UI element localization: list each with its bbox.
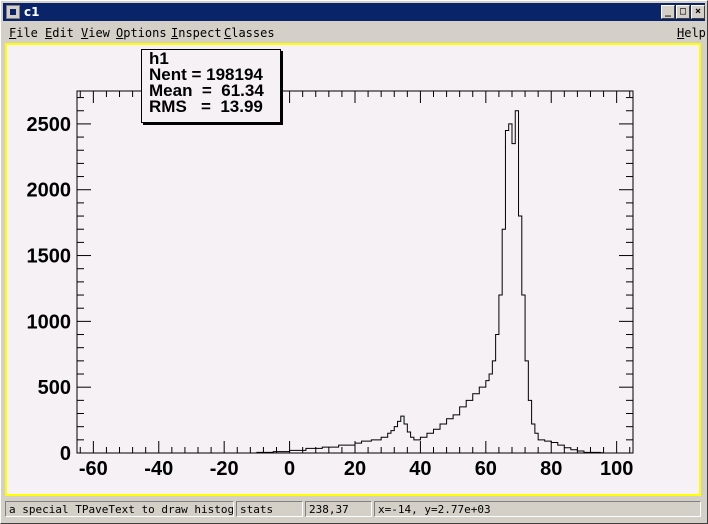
- menu-edit[interactable]: Edit: [45, 26, 74, 40]
- root-window: c1 _ □ × File Edit View Options Inspect …: [0, 0, 708, 524]
- menu-classes[interactable]: Classes: [224, 26, 275, 40]
- x-tick-label: -60: [79, 458, 108, 480]
- y-tick-label: 1000: [27, 311, 72, 333]
- menu-inspect[interactable]: Inspect: [171, 26, 222, 40]
- close-button[interactable]: ×: [691, 5, 705, 19]
- canvas-area[interactable]: 0 500 1000 1500 2000 2500 -60 -40 -20 0 20 40 60 80 10…: [5, 43, 701, 496]
- status-object-info: a special TPaveText to draw histogram: [5, 501, 234, 517]
- y-tick-label: 1500: [27, 246, 72, 268]
- minimize-button[interactable]: _: [661, 5, 675, 19]
- x-tick-label: 20: [344, 458, 366, 480]
- window-title: c1: [24, 5, 40, 19]
- plot-frame: [76, 90, 634, 454]
- x-tick-label: 60: [475, 458, 497, 480]
- status-pixel-coords: 238,37: [305, 501, 372, 517]
- title-bar[interactable]: c1 _ □ ×: [3, 3, 705, 21]
- stats-box[interactable]: h1 Nent = 198194 Mean = 61.34 RMS = 13.99: [141, 49, 281, 123]
- x-tick-label: 80: [540, 458, 562, 480]
- menu-file[interactable]: File: [9, 26, 38, 40]
- maximize-button[interactable]: □: [676, 5, 690, 19]
- y-tick-label: 0: [60, 443, 71, 465]
- menu-view[interactable]: View: [81, 26, 110, 40]
- x-tick-label: -40: [144, 458, 173, 480]
- menu-options[interactable]: Options: [116, 26, 167, 40]
- x-tick-label: 40: [409, 458, 431, 480]
- status-object-name: stats: [236, 501, 303, 517]
- menu-help[interactable]: Help: [677, 26, 706, 40]
- y-tick-label: 500: [38, 377, 71, 399]
- y-tick-label: 2500: [27, 114, 72, 136]
- histogram-plot[interactable]: 0 500 1000 1500 2000 2500 -60 -40 -20 0 20 40 60 80 10…: [7, 45, 699, 494]
- status-bar: a special TPaveText to draw histogram st…: [3, 499, 705, 521]
- stats-rms: RMS = 13.99: [149, 97, 263, 116]
- x-tick-label: 100: [600, 458, 633, 480]
- status-data-coords: x=-14, y=2.77e+03: [374, 501, 701, 517]
- app-icon[interactable]: [6, 5, 20, 19]
- y-tick-label: 2000: [27, 180, 72, 202]
- x-tick-label: 0: [284, 458, 295, 480]
- menu-bar: File Edit View Options Inspect Classes H…: [3, 23, 706, 43]
- histogram-line: [256, 110, 605, 454]
- x-tick-label: -20: [210, 458, 239, 480]
